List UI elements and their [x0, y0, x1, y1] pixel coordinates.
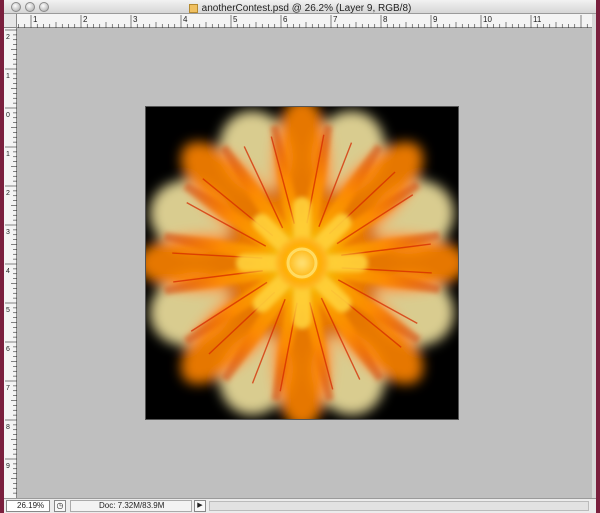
- ruler-label: 8: [6, 424, 10, 431]
- document-size-info[interactable]: Doc: 7.32M/83.9M: [70, 500, 192, 512]
- status-bar: 26.19% ◷ Doc: 7.32M/83.9M ▶: [4, 498, 596, 513]
- ruler-label: 10: [483, 15, 492, 24]
- ruler-label: 5: [233, 15, 238, 24]
- title-bar[interactable]: anotherContest.psd @ 26.2% (Layer 9, RGB…: [4, 0, 596, 14]
- ruler-label: 5: [6, 307, 10, 314]
- window-title: anotherContest.psd @ 26.2% (Layer 9, RGB…: [201, 2, 412, 14]
- ruler-label: 9: [6, 463, 10, 470]
- ruler-label: 2: [6, 34, 10, 41]
- vertical-scrollbar[interactable]: [592, 14, 596, 498]
- status-preview-icon[interactable]: ◷: [54, 500, 66, 512]
- ruler-label: 2: [83, 15, 88, 24]
- psd-document-icon: [188, 4, 198, 14]
- ruler-label: 2: [6, 190, 10, 197]
- ruler-label: 3: [6, 229, 10, 236]
- horizontal-scrollbar[interactable]: [209, 501, 589, 511]
- canvas-area[interactable]: [17, 28, 592, 498]
- ruler-label: 6: [283, 15, 288, 24]
- ruler-label: 1: [6, 73, 10, 80]
- ruler-label: 11: [533, 15, 542, 24]
- document-window: anotherContest.psd @ 26.2% (Layer 9, RGB…: [4, 0, 596, 513]
- ruler-label: 1: [33, 15, 38, 24]
- ruler-label: 1: [6, 151, 10, 158]
- artwork-image[interactable]: [145, 106, 459, 420]
- ruler-label: 7: [333, 15, 338, 24]
- ruler-label: 9: [433, 15, 438, 24]
- ruler-label: 6: [6, 346, 10, 353]
- ruler-label: 8: [383, 15, 388, 24]
- vertical-ruler[interactable]: 2 1 0 1 2 3 4 5 6 7 8 9: [4, 28, 17, 498]
- ruler-origin[interactable]: [4, 14, 17, 28]
- ruler-label: 4: [6, 268, 10, 275]
- ruler-label: 3: [133, 15, 138, 24]
- ruler-label: 7: [6, 385, 10, 392]
- zoom-level-field[interactable]: 26.19%: [6, 500, 50, 512]
- ruler-label: 4: [183, 15, 188, 24]
- horizontal-ruler[interactable]: 1 2 3 4 5 6 7 8 9 10 11: [17, 14, 592, 28]
- status-menu-arrow-icon[interactable]: ▶: [194, 500, 206, 512]
- ruler-label: 0: [6, 112, 10, 119]
